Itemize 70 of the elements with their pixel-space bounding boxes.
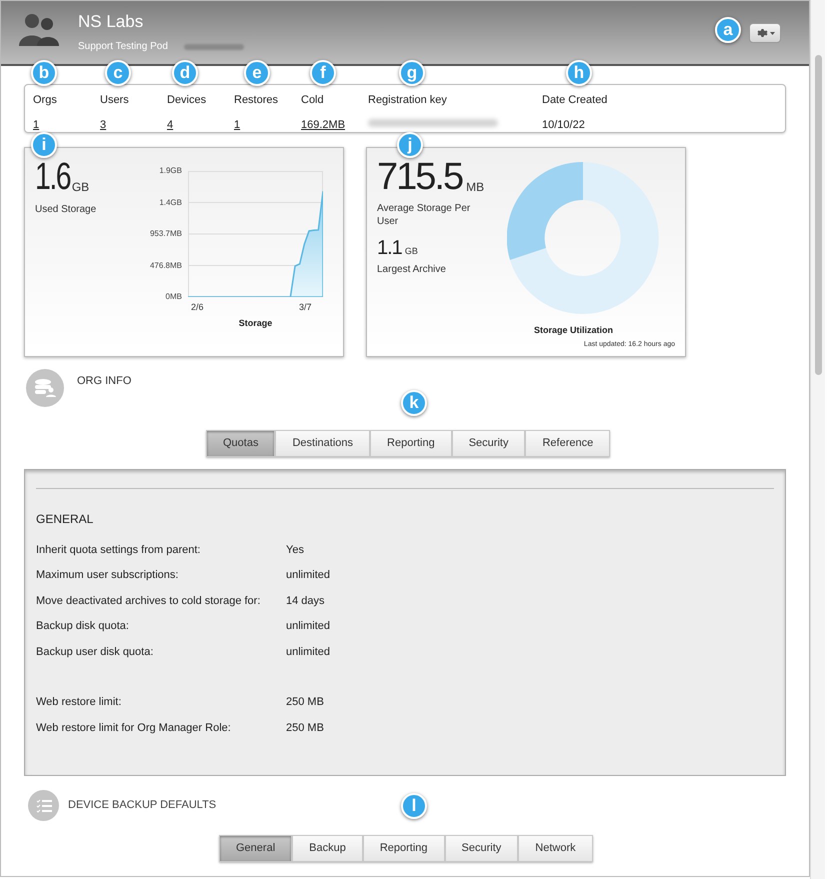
stat-label: Date Created	[542, 93, 608, 108]
setting-value: unlimited	[286, 619, 330, 634]
tab[interactable]: Quotas	[206, 430, 276, 457]
tab[interactable]: Security	[444, 835, 518, 862]
database-icon	[26, 369, 64, 407]
callout-badge: l	[401, 793, 427, 819]
stat-link[interactable]: 4	[167, 116, 174, 133]
unit: GB	[72, 179, 90, 196]
big-number: 715.5	[377, 158, 462, 196]
tab[interactable]: Security	[452, 430, 526, 457]
setting-value: 14 days	[286, 594, 325, 608]
tab[interactable]: Destinations	[275, 430, 370, 457]
axis-label: 2/6	[191, 301, 204, 314]
settings-button[interactable]	[749, 23, 781, 43]
checklist-icon	[28, 790, 59, 821]
tab[interactable]: Network	[518, 835, 593, 862]
setting-label: Move deactivated archives to cold storage for:	[36, 594, 262, 608]
stat-label: Users	[100, 93, 130, 108]
org-title: NS Labs	[78, 11, 144, 33]
stat-label: Devices	[167, 93, 208, 108]
axis-label: 3/7	[299, 301, 312, 314]
setting-value: Yes	[286, 542, 304, 558]
setting-label: Web restore limit:	[36, 695, 122, 710]
stat-caption: Largest Archive	[377, 263, 447, 277]
stat-label: Registration key	[368, 93, 448, 108]
setting-value: 250 MB	[286, 720, 324, 736]
chart-title: Storage Utilization	[534, 324, 614, 337]
blurred-text	[184, 44, 244, 50]
axis-label: 0MB	[166, 293, 182, 301]
setting-label: Backup user disk quota:	[36, 644, 154, 660]
tab[interactable]: General	[219, 835, 292, 862]
scrollbar[interactable]	[810, 0, 825, 879]
stat-label: Restores	[234, 93, 280, 108]
setting-value: unlimited	[286, 644, 330, 660]
stat-link[interactable]: 1	[234, 116, 240, 133]
setting-label: Web restore limit for Org Manager Role:	[36, 720, 232, 736]
stat-caption: Used Storage	[35, 203, 98, 217]
stat-link[interactable]: 3	[100, 116, 106, 133]
unit: GB	[404, 244, 418, 258]
axis-label: 1.4GB	[159, 198, 182, 206]
stat-label: Cold	[301, 93, 325, 108]
axis-label: 476.8MB	[150, 262, 182, 270]
unit: MB	[466, 179, 484, 196]
stat-link[interactable]: 1	[33, 116, 40, 133]
section-title: DEVICE BACKUP DEFAULTS	[68, 798, 216, 814]
axis-label: 953.7MB	[150, 230, 182, 238]
section-title: ORG INFO	[77, 374, 132, 389]
big-number: 1.6	[35, 158, 70, 196]
setting-label: Backup disk quota:	[36, 619, 130, 634]
stat-caption: Average Storage Per User	[377, 202, 472, 228]
stat-label: Orgs	[33, 93, 58, 108]
setting-value: 250 MB	[286, 695, 324, 710]
callout-badge: k	[401, 390, 427, 416]
tab[interactable]: Reporting	[370, 430, 452, 457]
caret-icon	[770, 32, 774, 34]
chart-title: Storage	[238, 317, 274, 330]
tab[interactable]: Backup	[292, 835, 363, 862]
gear-icon	[756, 27, 768, 39]
setting-value: unlimited	[286, 568, 330, 583]
stat-link[interactable]: 169.2MB	[301, 116, 346, 133]
tab[interactable]: Reference	[525, 430, 610, 457]
medium-number: 1.1	[377, 238, 402, 258]
tab[interactable]: Reporting	[362, 835, 445, 862]
org-subtitle: Support Testing Pod	[78, 40, 168, 54]
section-heading: GENERAL	[36, 511, 94, 528]
setting-label: Inherit quota settings from parent:	[36, 542, 202, 558]
setting-label: Maximum user subscriptions:	[36, 568, 180, 583]
users-icon	[19, 12, 59, 46]
stat-value: 10/10/22	[542, 118, 586, 132]
axis-label: 1.9GB	[159, 167, 182, 175]
